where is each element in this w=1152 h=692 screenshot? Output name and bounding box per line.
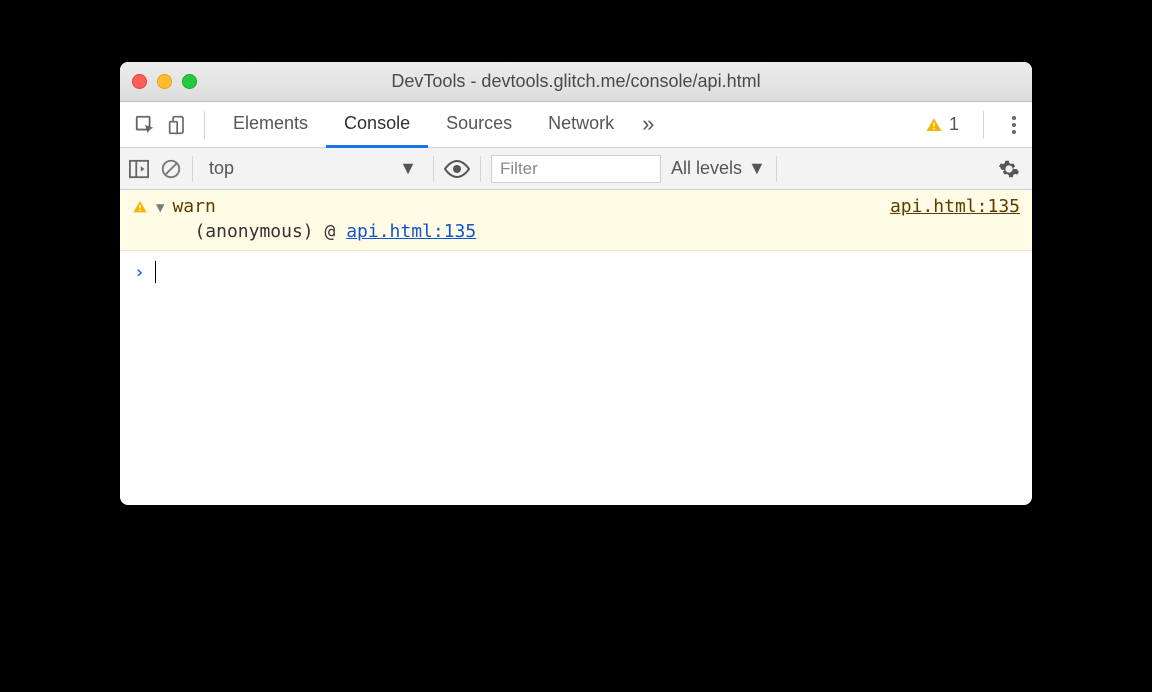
separator — [433, 156, 434, 182]
tab-console[interactable]: Console — [326, 102, 428, 148]
window-minimize-button[interactable] — [157, 74, 172, 89]
tab-sources[interactable]: Sources — [428, 102, 530, 148]
console-entry-warn[interactable]: ▼ warn (anonymous) @ api.html:135 api.ht… — [120, 190, 1032, 251]
warning-icon — [132, 199, 148, 215]
clear-console-icon[interactable] — [160, 158, 182, 180]
separator — [983, 111, 984, 139]
tabs-overflow-button[interactable]: » — [632, 102, 664, 148]
devtools-tabs-row: Elements Console Sources Network » 1 — [120, 102, 1032, 148]
filter-input[interactable] — [491, 155, 661, 183]
live-expression-icon[interactable] — [444, 160, 470, 178]
traffic-lights — [132, 74, 197, 89]
warnings-indicator[interactable]: 1 — [925, 114, 959, 135]
console-output: ▼ warn (anonymous) @ api.html:135 api.ht… — [120, 190, 1032, 505]
disclosure-triangle-icon[interactable]: ▼ — [156, 200, 164, 216]
message-source-link[interactable]: api.html:135 — [890, 196, 1020, 217]
inspect-element-icon[interactable] — [134, 114, 156, 136]
warning-icon — [925, 116, 943, 134]
log-levels-label: All levels — [671, 158, 742, 179]
console-settings-icon[interactable] — [998, 158, 1020, 180]
window-zoom-button[interactable] — [182, 74, 197, 89]
window-titlebar: DevTools - devtools.glitch.me/console/ap… — [120, 62, 1032, 102]
warnings-count: 1 — [949, 114, 959, 135]
log-message: warn — [172, 196, 476, 217]
console-sidebar-toggle-icon[interactable] — [128, 159, 150, 179]
separator — [204, 111, 205, 139]
tab-elements[interactable]: Elements — [215, 102, 326, 148]
console-prompt[interactable]: › — [120, 251, 1032, 293]
more-options-button[interactable] — [1008, 112, 1020, 138]
stack-frame-link[interactable]: api.html:135 — [346, 221, 476, 242]
devtools-window: DevTools - devtools.glitch.me/console/ap… — [120, 62, 1032, 505]
window-close-button[interactable] — [132, 74, 147, 89]
device-toolbar-icon[interactable] — [168, 114, 188, 136]
chevron-down-icon: ▼ — [748, 158, 766, 179]
devtools-tabs: Elements Console Sources Network » — [215, 102, 925, 147]
chevron-down-icon: ▼ — [399, 158, 417, 179]
separator — [480, 156, 481, 182]
execution-context-value: top — [209, 158, 234, 179]
separator — [776, 156, 777, 182]
prompt-caret-icon: › — [134, 262, 145, 283]
tab-network[interactable]: Network — [530, 102, 632, 148]
log-levels-select[interactable]: All levels ▼ — [671, 158, 766, 179]
stack-frame-at: @ — [325, 221, 336, 242]
window-title: DevTools - devtools.glitch.me/console/ap… — [120, 71, 1032, 92]
stack-frame: (anonymous) @ api.html:135 — [194, 221, 476, 242]
stack-frame-name: (anonymous) — [194, 221, 313, 242]
console-toolbar: top ▼ All levels ▼ — [120, 148, 1032, 190]
text-cursor — [155, 261, 156, 283]
execution-context-select[interactable]: top ▼ — [203, 156, 423, 181]
separator — [192, 156, 193, 182]
